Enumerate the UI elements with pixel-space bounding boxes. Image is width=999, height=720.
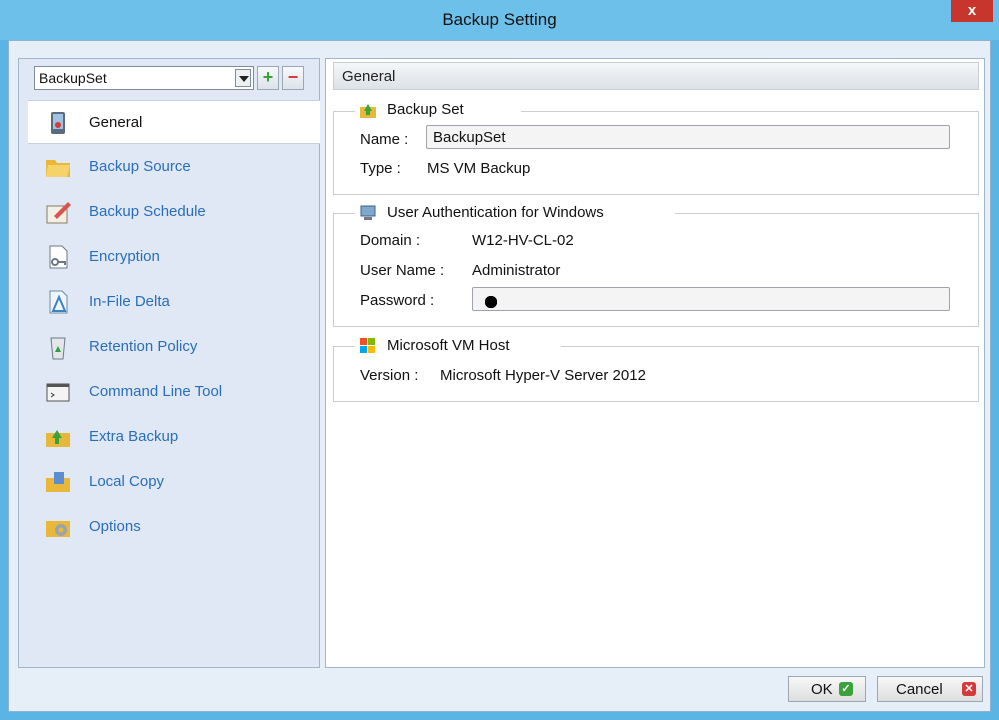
folder-icon bbox=[46, 160, 70, 177]
sidebar-item-label: Local Copy bbox=[89, 473, 165, 490]
title-bar: Backup Setting x bbox=[0, 0, 999, 40]
backupset-dropdown[interactable]: BackupSet bbox=[34, 66, 254, 90]
sidebar-item-in-file-delta[interactable]: In-File Delta bbox=[28, 280, 318, 324]
general-icon bbox=[51, 112, 65, 134]
ok-button-label: OK bbox=[811, 681, 833, 698]
terminal-icon bbox=[46, 383, 70, 402]
user-auth-group-header: User Authentication for Windows bbox=[355, 203, 675, 223]
password-input[interactable] bbox=[472, 287, 950, 311]
chevron-down-icon[interactable] bbox=[235, 69, 251, 87]
sidebar-item-label: Backup Schedule bbox=[89, 203, 206, 220]
delta-icon bbox=[49, 290, 68, 314]
sidebar-item-label: Command Line Tool bbox=[89, 383, 223, 400]
password-label: Password : bbox=[360, 292, 435, 309]
type-label: Type : bbox=[360, 160, 401, 177]
backupset-dropdown-value: BackupSet bbox=[39, 70, 107, 86]
backup-set-title: Backup Set bbox=[387, 101, 464, 118]
remove-backupset-button[interactable]: − bbox=[282, 66, 304, 90]
options-icon bbox=[46, 521, 70, 537]
sidebar-item-label: Encryption bbox=[89, 248, 160, 265]
version-label: Version : bbox=[360, 367, 419, 384]
name-input[interactable]: BackupSet bbox=[426, 125, 950, 149]
local-copy-icon bbox=[46, 472, 70, 492]
computer-icon bbox=[360, 205, 376, 220]
sidebar-item-options[interactable]: Options bbox=[28, 505, 318, 549]
backup-set-group-header: Backup Set bbox=[355, 100, 521, 120]
password-dot bbox=[485, 296, 497, 308]
sidebar-item-command-line-tool[interactable]: Command Line Tool bbox=[28, 370, 318, 414]
sidebar-item-general[interactable]: General bbox=[28, 100, 320, 144]
sidebar-item-local-copy[interactable]: Local Copy bbox=[28, 460, 318, 504]
sidebar-item-label: Options bbox=[89, 518, 141, 535]
sidebar-item-label: Backup Source bbox=[89, 158, 191, 175]
sidebar-item-label: In-File Delta bbox=[89, 293, 170, 310]
section-header-title: General bbox=[342, 68, 396, 85]
sidebar-item-label: General bbox=[89, 114, 143, 131]
user-auth-title: User Authentication for Windows bbox=[387, 204, 604, 221]
name-input-value: BackupSet bbox=[433, 129, 506, 146]
check-icon: ✓ bbox=[839, 682, 853, 696]
close-button[interactable]: x bbox=[951, 0, 993, 22]
backup-set-icon bbox=[360, 104, 376, 118]
name-label: Name : bbox=[360, 131, 409, 148]
section-header: General bbox=[333, 62, 979, 90]
vm-host-title: Microsoft VM Host bbox=[387, 337, 510, 354]
backup-set-group bbox=[333, 111, 979, 195]
backup-setting-window: Backup Setting x BackupSet + − General B… bbox=[0, 0, 999, 720]
domain-label: Domain : bbox=[360, 232, 421, 249]
add-backupset-button[interactable]: + bbox=[257, 66, 279, 90]
username-label: User Name : bbox=[360, 262, 445, 279]
sidebar-item-label: Retention Policy bbox=[89, 338, 198, 355]
sidebar-item-encryption[interactable]: Encryption bbox=[28, 235, 318, 279]
version-value: Microsoft Hyper-V Server 2012 bbox=[440, 367, 646, 384]
vmware-icon bbox=[360, 338, 375, 353]
sidebar-item-label: Extra Backup bbox=[89, 428, 179, 445]
ok-button[interactable]: OK ✓ bbox=[788, 676, 866, 702]
sidebar-item-backup-schedule[interactable]: Backup Schedule bbox=[28, 190, 318, 234]
cancel-button-label: Cancel bbox=[896, 681, 943, 698]
sidebar-item-extra-backup[interactable]: Extra Backup bbox=[28, 415, 318, 459]
sidebar-item-retention-policy[interactable]: Retention Policy bbox=[28, 325, 318, 369]
type-value: MS VM Backup bbox=[427, 160, 531, 177]
vm-host-group-header: Microsoft VM Host bbox=[355, 336, 561, 356]
sidebar-item-backup-source[interactable]: Backup Source bbox=[28, 145, 318, 189]
username-value: Administrator bbox=[472, 262, 561, 279]
calendar-icon bbox=[46, 202, 71, 224]
domain-value: W12-HV-CL-02 bbox=[472, 232, 574, 249]
window-title: Backup Setting bbox=[442, 10, 557, 29]
recycle-icon bbox=[50, 337, 66, 360]
cancel-button[interactable]: Cancel ✕ bbox=[877, 676, 983, 702]
close-icon: ✕ bbox=[962, 682, 976, 696]
extra-backup-icon bbox=[46, 430, 70, 447]
key-icon bbox=[49, 245, 68, 269]
